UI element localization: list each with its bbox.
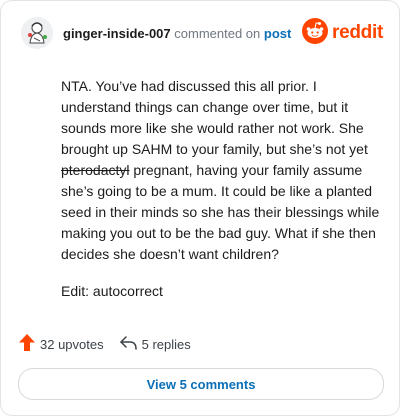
replies-stat[interactable]: 5 replies [119,335,191,353]
struck-word: pterodactyl [61,162,130,178]
replies-count: 5 replies [141,336,191,352]
username-link[interactable]: ginger-inside-007 [63,26,171,41]
comment-edit-note: Edit: autocorrect [61,283,163,299]
upvotes-stat[interactable]: 32 upvotes [19,334,104,354]
comment-header: ginger-inside-007 commented on post redd… [21,17,383,53]
comment-text: NTA. You’ve had discussed this all prior… [61,76,381,265]
upvotes-count: 32 upvotes [40,336,104,352]
reply-arrow-icon [119,335,142,353]
comment-stats: 32 upvotes 5 replies [19,334,191,354]
upvote-arrow-icon [19,334,40,354]
avatar[interactable] [21,17,53,49]
action-text: commented on [174,26,261,41]
reddit-brand[interactable]: reddit [302,17,383,49]
view-comments-button[interactable]: View 5 comments [18,368,384,400]
comment-meta: ginger-inside-007 commented on post [63,26,291,41]
reddit-wordmark: reddit [332,22,383,43]
comment-text-part-1: NTA. You’ve had discussed this all prior… [61,78,368,157]
comment-card: ginger-inside-007 commented on post redd… [0,0,400,416]
post-link[interactable]: post [264,26,291,41]
reddit-logo-icon [302,17,329,49]
comment-body: NTA. You’ve had discussed this all prior… [61,76,381,302]
